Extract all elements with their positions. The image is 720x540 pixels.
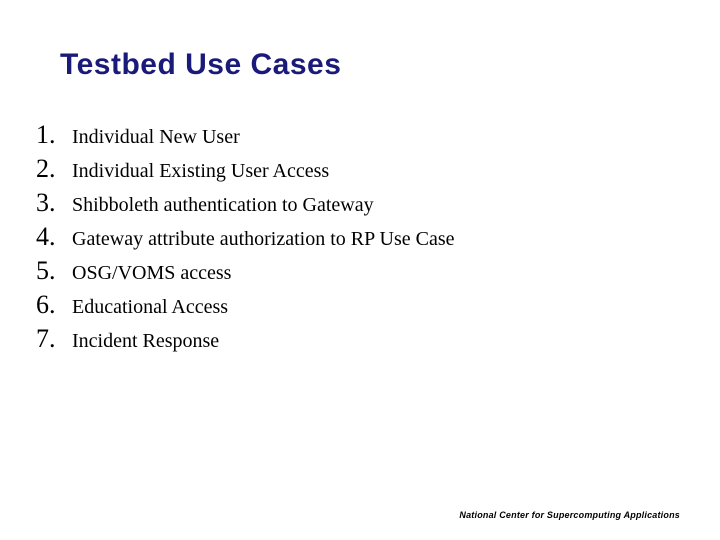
- list-item: 7. Incident Response: [36, 324, 676, 354]
- list-number: 5.: [36, 256, 72, 286]
- slide-title: Testbed Use Cases: [60, 48, 341, 82]
- list-number: 2.: [36, 154, 72, 184]
- list-text: OSG/VOMS access: [72, 260, 231, 285]
- list-number: 7.: [36, 324, 72, 354]
- list-item: 1. Individual New User: [36, 120, 676, 150]
- list-text: Incident Response: [72, 328, 219, 353]
- list-text: Individual New User: [72, 124, 240, 149]
- list-text: Shibboleth authentication to Gateway: [72, 192, 374, 217]
- list-item: 5. OSG/VOMS access: [36, 256, 676, 286]
- footer-attribution: National Center for Supercomputing Appli…: [459, 510, 680, 520]
- list-text: Gateway attribute authorization to RP Us…: [72, 226, 455, 251]
- list-item: 6. Educational Access: [36, 290, 676, 320]
- list-item: 4. Gateway attribute authorization to RP…: [36, 222, 676, 252]
- list-text: Individual Existing User Access: [72, 158, 329, 183]
- slide: Testbed Use Cases 1. Individual New User…: [0, 0, 720, 540]
- list-number: 6.: [36, 290, 72, 320]
- list-item: 3. Shibboleth authentication to Gateway: [36, 188, 676, 218]
- list-item: 2. Individual Existing User Access: [36, 154, 676, 184]
- list-number: 4.: [36, 222, 72, 252]
- use-case-list: 1. Individual New User 2. Individual Exi…: [36, 120, 676, 358]
- list-number: 3.: [36, 188, 72, 218]
- list-text: Educational Access: [72, 294, 228, 319]
- list-number: 1.: [36, 120, 72, 150]
